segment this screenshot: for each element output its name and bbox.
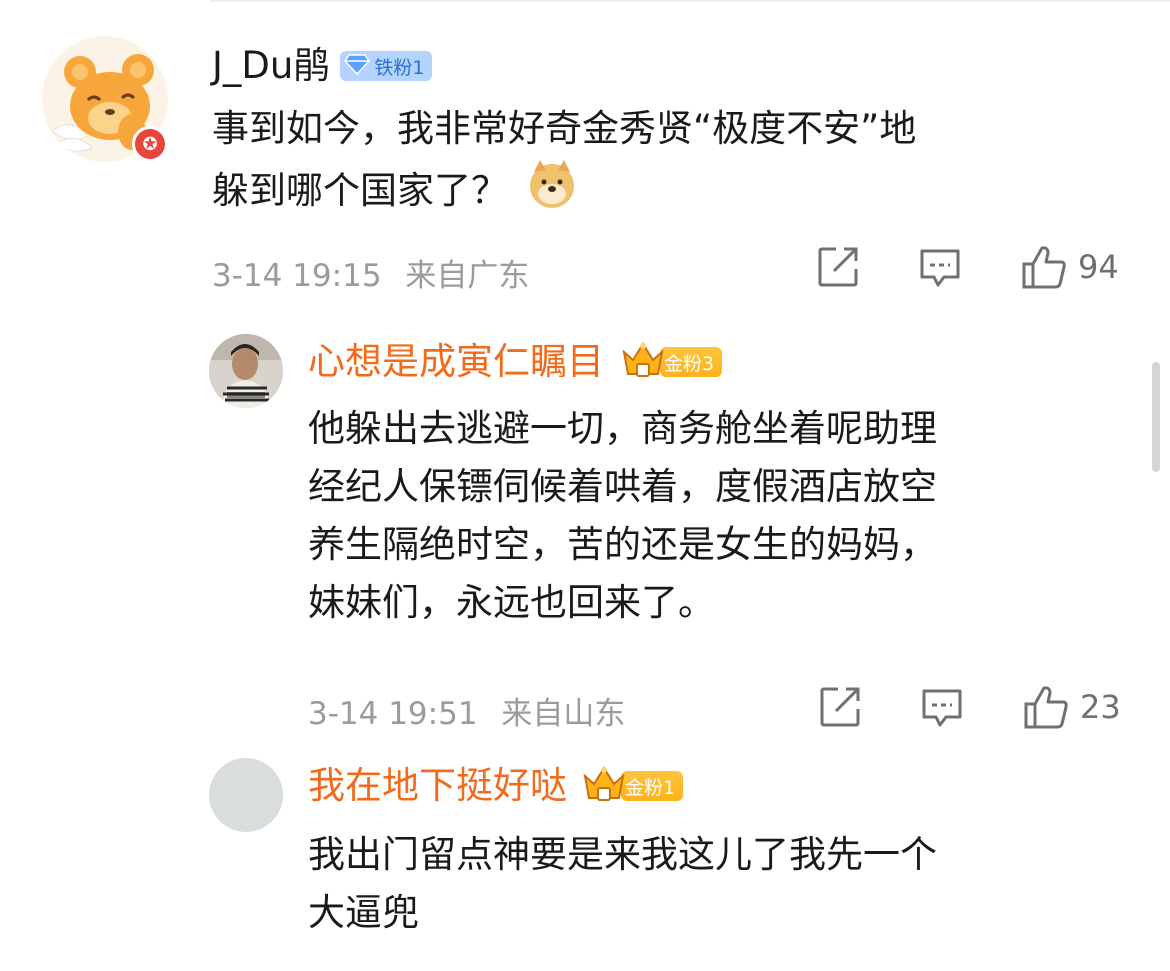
verified-icon: ✪	[132, 126, 168, 162]
fan-badge[interactable]: 铁粉1	[340, 51, 433, 81]
comment-meta: 3-14 19:15 来自广东	[212, 250, 529, 295]
reply-actions: 23	[818, 684, 1121, 730]
comment-icon	[920, 249, 960, 287]
doge-emoji-icon	[526, 158, 578, 227]
username-row: 我在地下挺好哒 金粉1	[308, 764, 684, 808]
comment-line-2: 躲到哪个国家了？	[212, 158, 916, 227]
like-button[interactable]: 94	[1020, 244, 1119, 290]
gold-fan-badge: 金粉3	[660, 347, 723, 377]
username[interactable]: J_Du鹃	[212, 44, 330, 88]
share-icon	[820, 687, 860, 727]
reply-line: 养生隔绝时空，苦的还是女生的妈妈，	[308, 523, 937, 566]
reply-button[interactable]	[920, 685, 964, 729]
fan-badge[interactable]: 金粉1	[581, 766, 684, 801]
share-button[interactable]	[816, 245, 860, 289]
reply-line: 经纪人保镖伺候着哄着，度假酒店放空	[308, 465, 937, 508]
location: 来自广东	[405, 258, 530, 294]
reply-line: 他躲出去逃避一切，商务舱坐着呢助理	[308, 407, 937, 450]
timestamp: 3-14 19:15	[212, 258, 382, 294]
share-button[interactable]	[818, 685, 862, 729]
like-button[interactable]: 23	[1022, 684, 1121, 730]
thumbs-up-icon	[1022, 246, 1066, 289]
reply-line: 妹妹们，永远也回来了。	[308, 581, 715, 624]
iron-fan-badge: 铁粉1	[340, 51, 433, 81]
badge-label: 金粉3	[664, 352, 715, 375]
location: 来自山东	[501, 696, 626, 732]
badge-label: 金粉1	[625, 776, 676, 799]
username-row: 心想是成寅仁瞩目 金粉3	[308, 340, 723, 384]
avatar[interactable]	[209, 758, 283, 832]
like-count: 23	[1080, 688, 1121, 726]
username-row: J_Du鹃 铁粉1	[212, 44, 433, 88]
comment-actions: 94	[816, 244, 1119, 290]
reply-text: 我出门留点神要是来我这儿了我先一个 大逼兜	[308, 826, 937, 942]
top-divider	[210, 0, 1170, 2]
diamond-icon	[344, 53, 371, 80]
reply-button[interactable]	[918, 245, 962, 289]
scrollbar[interactable]	[1152, 362, 1160, 472]
comment-line: 事到如今，我非常好奇金秀贤“极度不安”地	[212, 107, 917, 150]
badge-label: 铁粉1	[374, 56, 425, 79]
fan-badge[interactable]: 金粉3	[620, 342, 723, 377]
thumbs-up-icon	[1024, 686, 1068, 729]
username[interactable]: 心想是成寅仁瞩目	[308, 340, 604, 384]
user-photo-avatar-image	[209, 334, 283, 408]
username[interactable]: 我在地下挺好哒	[308, 764, 567, 808]
crown-icon	[620, 340, 666, 384]
reply-meta: 3-14 19:51 来自山东	[308, 688, 625, 733]
comment-icon	[922, 689, 962, 727]
share-icon	[818, 247, 858, 287]
avatar[interactable]	[209, 334, 283, 408]
timestamp: 3-14 19:51	[308, 696, 478, 732]
comment-text: 事到如今，我非常好奇金秀贤“极度不安”地 躲到哪个国家了？	[212, 100, 916, 227]
like-count: 94	[1078, 248, 1119, 286]
reply-text: 他躲出去逃避一切，商务舱坐着呢助理 经纪人保镖伺候着哄着，度假酒店放空 养生隔绝…	[308, 400, 937, 632]
reply-line: 我出门留点神要是来我这儿了我先一个	[308, 833, 937, 876]
reply-line: 大逼兜	[308, 891, 419, 934]
gold-fan-badge: 金粉1	[621, 771, 684, 801]
crown-icon	[581, 764, 627, 808]
